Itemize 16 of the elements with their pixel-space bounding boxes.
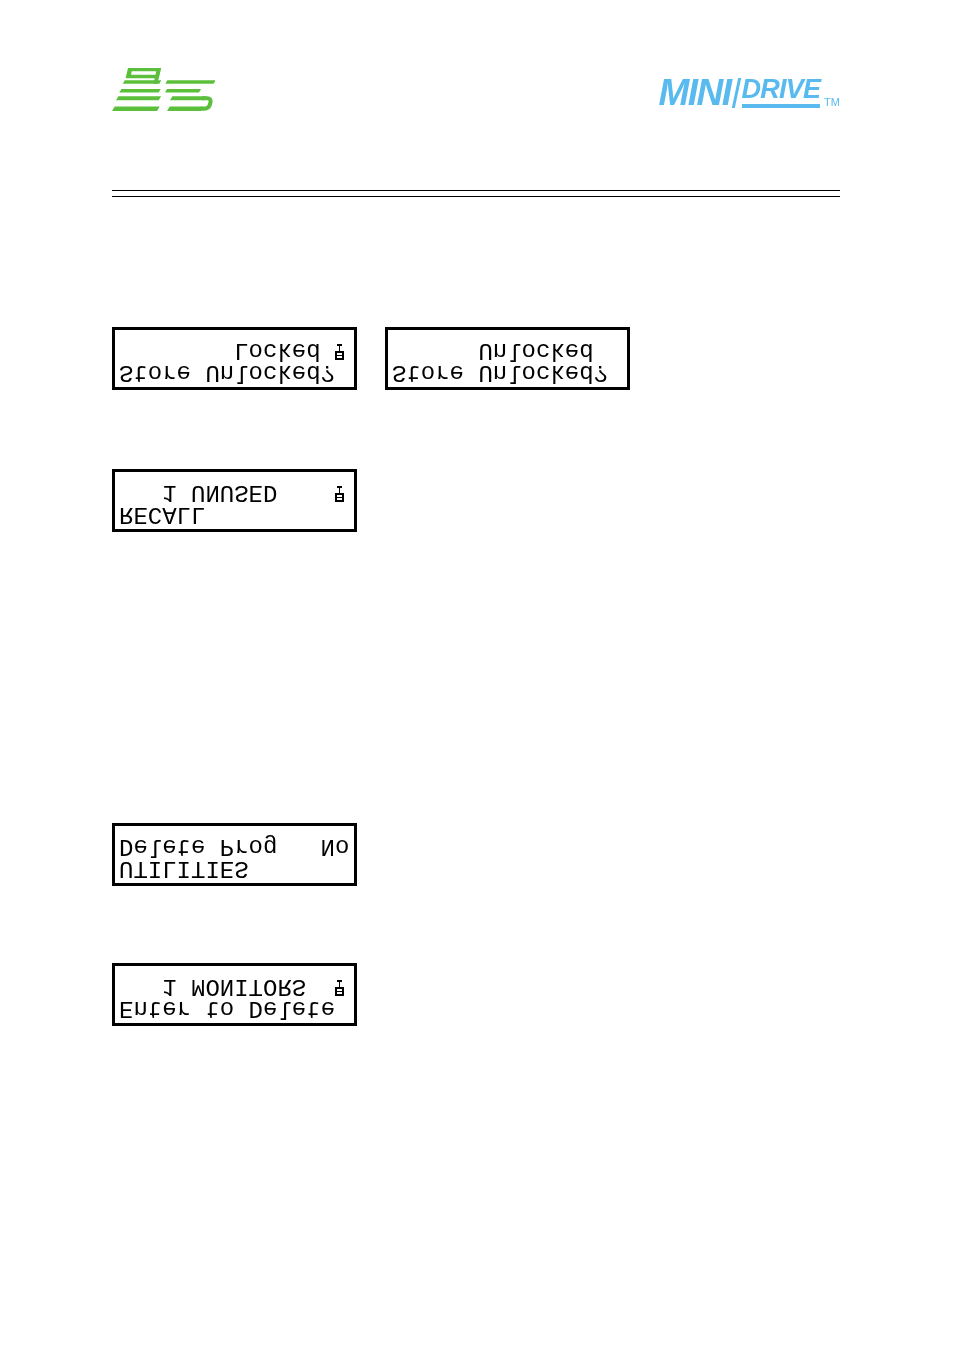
display-text: UTILITIES [119,857,249,879]
display-text: Locked [234,339,321,361]
trademark-text: TM [824,97,840,108]
display-text: Delete Prog [119,835,278,857]
display-text: Unlocked [478,339,594,361]
logo-slash [731,78,741,108]
logo-text: DRIVE [741,78,821,108]
display-text: 1 MONITORS [162,975,307,997]
display-text: RECALL [119,503,206,525]
display-text: Store Unlocked? [119,361,336,383]
striped-logo-icon [112,68,215,113]
display-text: 1 UNUSED [162,481,278,503]
display-value: No [320,835,350,857]
display-text: Store Unlocked? [392,361,609,383]
logo-text: MINI [658,78,731,108]
display-text: Enter to Delete [119,997,336,1019]
